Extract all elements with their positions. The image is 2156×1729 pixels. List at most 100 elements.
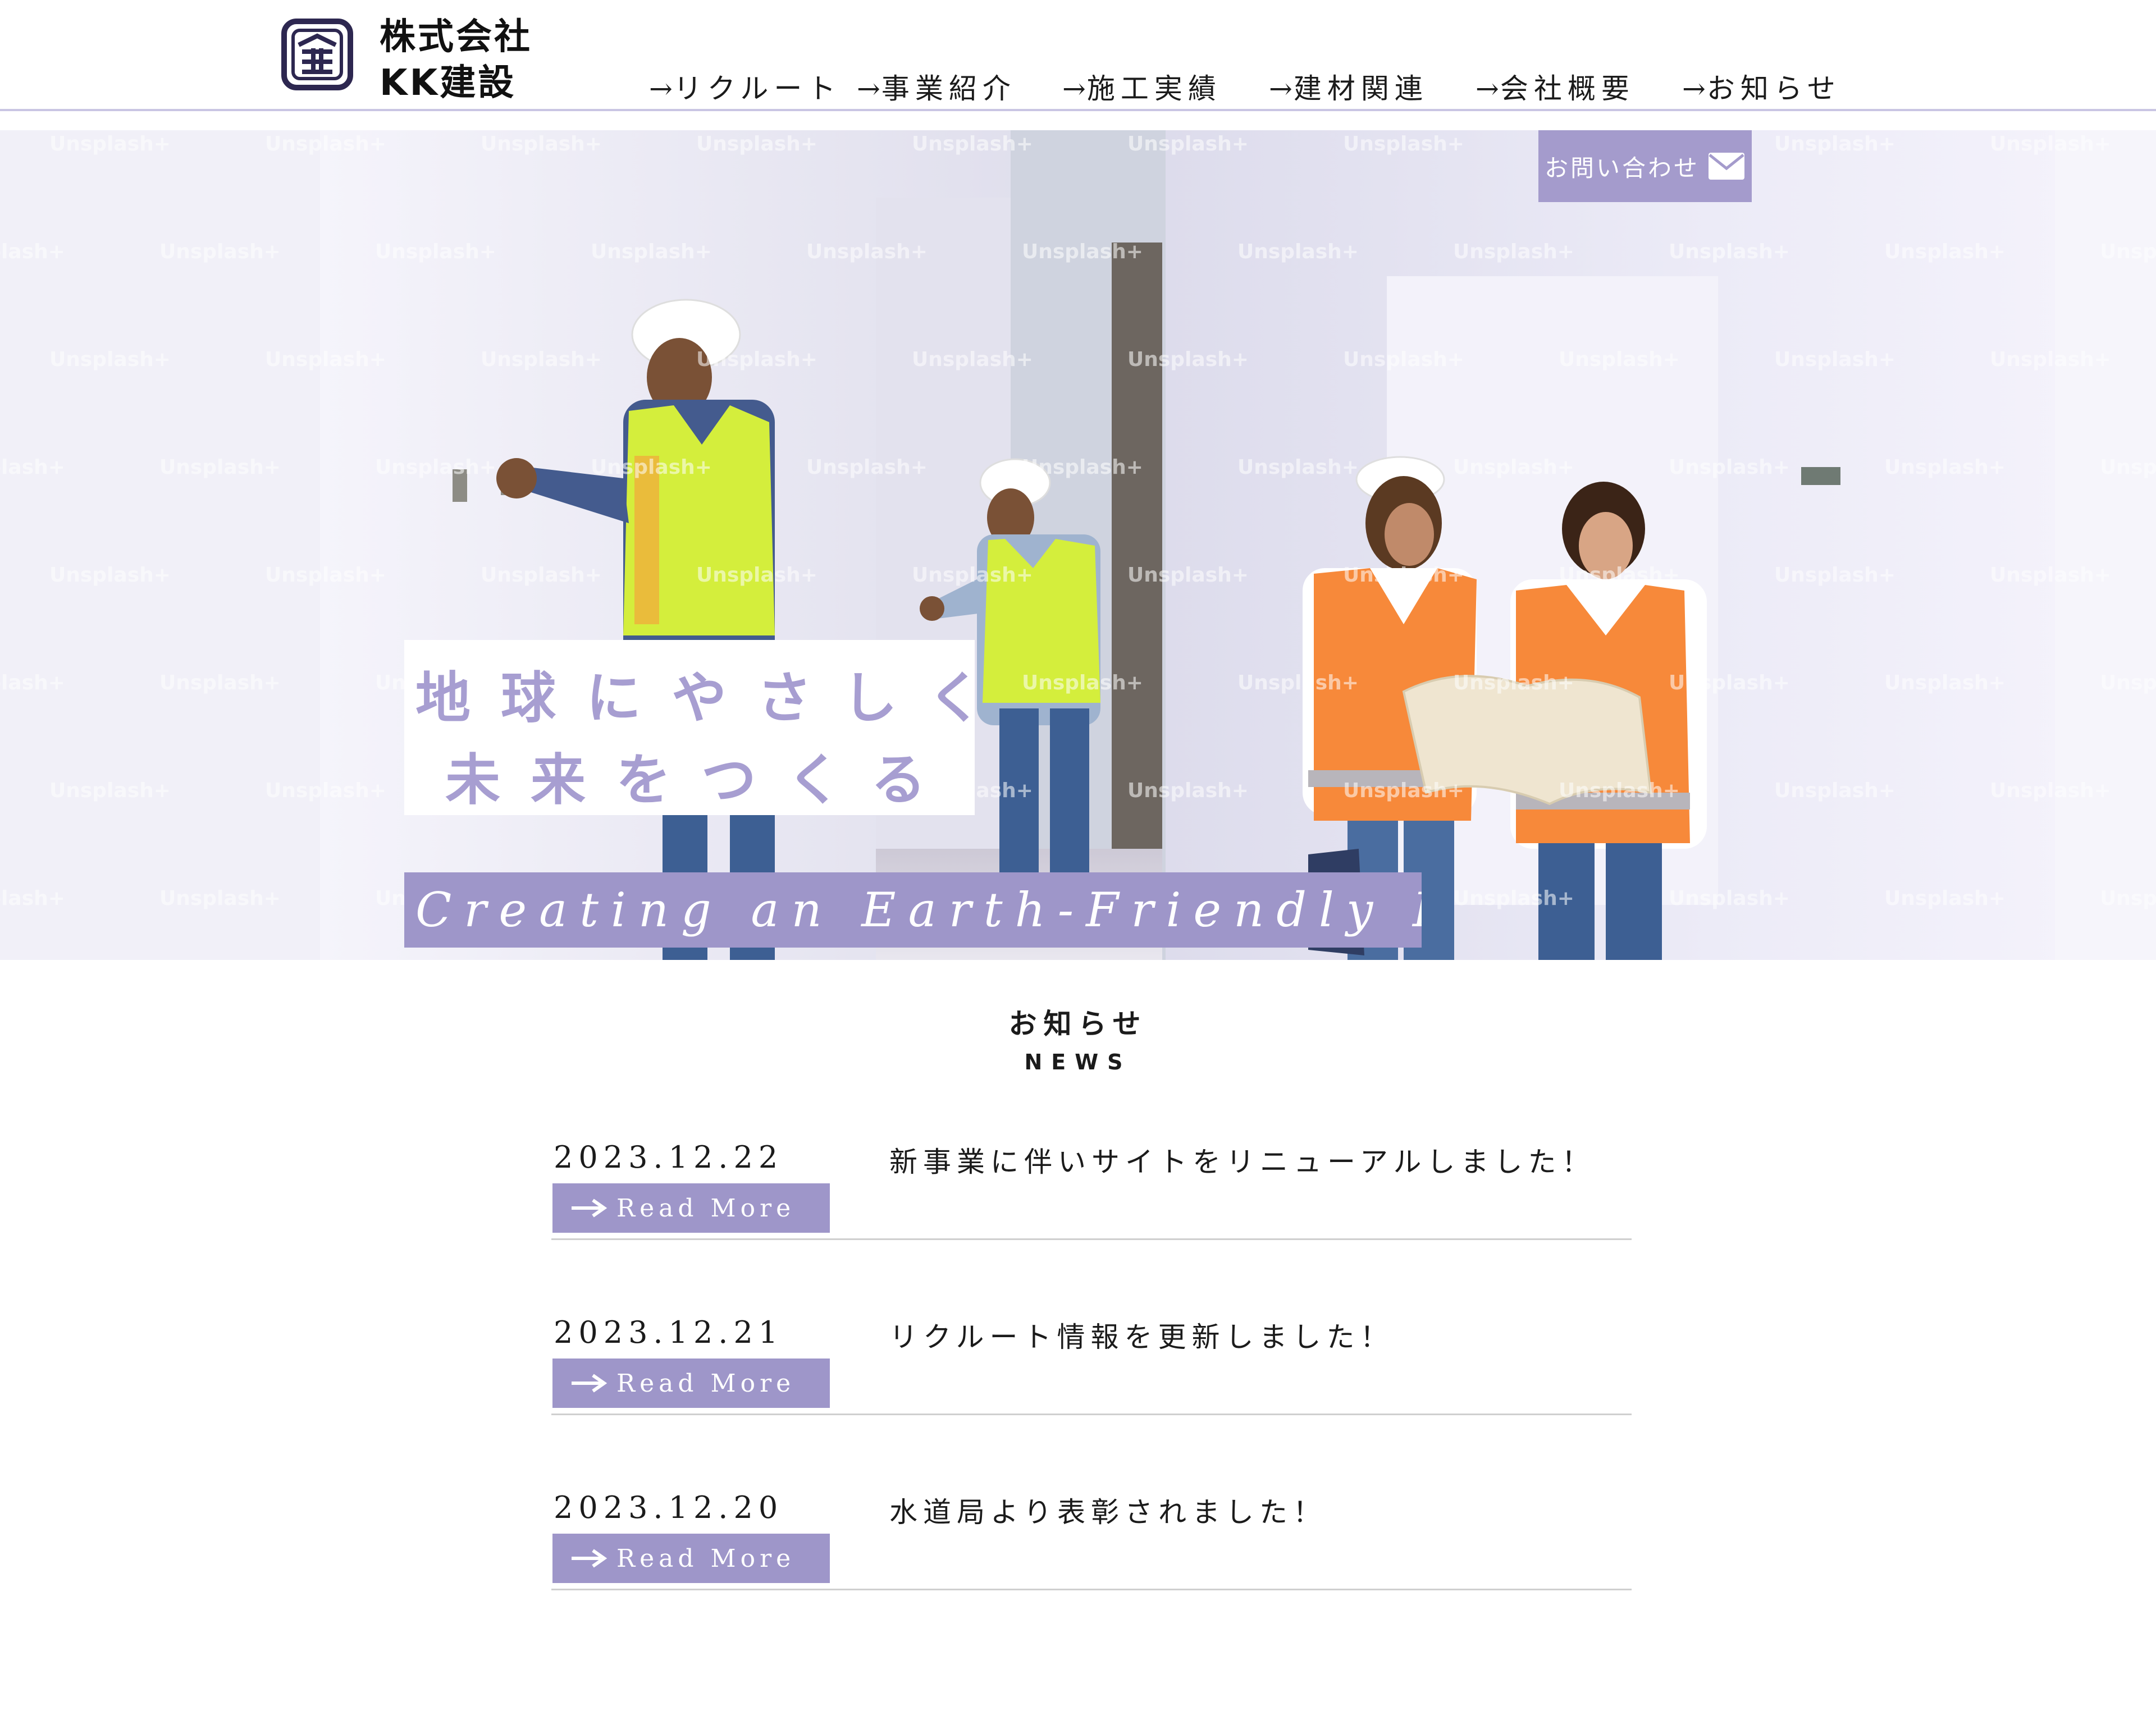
watermark-text: Unsplash+ (0, 240, 65, 263)
nav-item-materials[interactable]: →建材関連 (1269, 66, 1428, 107)
arrow-right-icon (572, 1374, 607, 1393)
arrow-right-icon: → (649, 72, 673, 105)
news-date: 2023.12.21 (554, 1315, 784, 1350)
nav-item-company[interactable]: →会社概要 (1476, 66, 1635, 107)
watermark-text: Unsplash+ (1669, 240, 1790, 263)
watermark-text: Unsplash+ (159, 887, 281, 910)
arrow-right-icon (572, 1549, 607, 1568)
watermark-text: Unsplash+ (265, 132, 386, 155)
watermark-text: Unsplash+ (481, 564, 602, 587)
read-more-label: Read More (616, 1544, 796, 1573)
news-divider (551, 1238, 1632, 1240)
watermark-text: Unsplash+ (912, 132, 1033, 155)
tagline-box: 地球にやさしく 未来をつくる (404, 640, 1013, 815)
watermark-text: Unsplash+ (1884, 671, 2006, 694)
watermark-text: Unsplash+ (1343, 564, 1464, 587)
watermark-text: Unsplash+ (1453, 240, 1574, 263)
watermark-text: Unsplash+ (1237, 240, 1359, 263)
nav-item-recruit[interactable]: →リクルート (649, 66, 841, 107)
news-divider (551, 1414, 1632, 1415)
nav-item-news[interactable]: →お知らせ (1682, 66, 1841, 107)
logo-company-type: 株式会社 (380, 16, 532, 58)
watermark-text: Unsplash+ (1559, 564, 1680, 587)
watermark-text: Unsplash+ (265, 348, 386, 371)
read-more-button[interactable]: Read More (552, 1358, 830, 1408)
watermark-text: Unsplash+ (2100, 671, 2156, 694)
watermark-text: Unsplash+ (912, 348, 1033, 371)
tagline-english: Creating an Earth-Friendly Future (404, 872, 1422, 948)
main-nav: →リクルート →事業紹介 →施工実績 →建材関連 →会社概要 →お知らせ (0, 66, 2156, 106)
watermark-text: Unsplash+ (1127, 564, 1249, 587)
watermark-text: Unsplash+ (1884, 240, 2006, 263)
watermark-text: Unsplash+ (1990, 779, 2111, 802)
watermark-text: Unsplash+ (591, 456, 712, 479)
watermark-text: Unsplash+ (1022, 671, 1143, 694)
nav-item-label: リクルート (673, 72, 842, 105)
watermark-text: Unsplash+ (1343, 779, 1464, 802)
watermark-text: Unsplash+ (1343, 132, 1464, 155)
read-more-button[interactable]: Read More (552, 1534, 830, 1583)
watermark-text: Unsplash+ (1884, 456, 2006, 479)
watermark-text: Unsplash+ (1022, 456, 1143, 479)
watermark-text: Unsplash+ (696, 348, 817, 371)
news-headline[interactable]: 新事業に伴いサイトをリニューアルしました！ (889, 1140, 1596, 1180)
contact-button-label: お問い合わせ (1544, 154, 1700, 182)
watermark-text: Unsplash+ (1990, 564, 2111, 587)
news-divider (551, 1589, 1632, 1590)
nav-item-label: 事業紹介 (881, 72, 1016, 105)
watermark-text: Unsplash+ (1453, 671, 1574, 694)
watermark-text: Unsplash+ (265, 779, 386, 802)
watermark-text: Unsplash+ (1559, 348, 1680, 371)
watermark-text: Unsplash+ (806, 240, 928, 263)
watermark-text: Unsplash+ (1127, 779, 1249, 802)
news-item: 2023.12.22 新事業に伴いサイトをリニューアルしました！ Read Mo… (551, 1140, 1632, 1317)
nav-item-business[interactable]: →事業紹介 (857, 66, 1016, 107)
watermark-text: Unsplash+ (1022, 240, 1143, 263)
news-item: 2023.12.21 リクルート情報を更新しました！ Read More (551, 1315, 1632, 1492)
watermark-text: Unsplash+ (696, 132, 817, 155)
news-headline[interactable]: 水道局より表彰されました！ (889, 1490, 1327, 1530)
watermark-text: Unsplash+ (2100, 887, 2156, 910)
mail-icon (1709, 153, 1744, 180)
news-section-subtitle: NEWS (1024, 1050, 1132, 1074)
nav-item-label: 建材関連 (1293, 72, 1428, 105)
contact-button[interactable]: お問い合わせ (1538, 130, 1752, 202)
news-headline[interactable]: リクルート情報を更新しました！ (889, 1315, 1394, 1355)
watermark-text: Unsplash+ (375, 456, 496, 479)
watermark-text: Unsplash+ (1237, 456, 1359, 479)
watermark-text: Unsplash+ (1990, 348, 2111, 371)
tagline-line-1: 地球にやさしく (415, 666, 1013, 730)
watermark-text: Unsplash+ (1884, 887, 2006, 910)
watermark-text: Unsplash+ (2100, 456, 2156, 479)
watermark-text: Unsplash+ (0, 671, 65, 694)
watermark-text: Unsplash+ (806, 456, 928, 479)
watermark-text: Unsplash+ (481, 348, 602, 371)
nav-item-works[interactable]: →施工実績 (1062, 66, 1222, 107)
hero-section: Unsplash+ Unsplash+ Unsplash+ Unsplash+ Unsp… (0, 130, 2156, 960)
watermark-text: Unsplash+ (1774, 779, 1895, 802)
watermark-text: Unsplash+ (1453, 887, 1574, 910)
read-more-button[interactable]: Read More (552, 1183, 830, 1233)
watermark-text: Unsplash+ (1237, 671, 1359, 694)
arrow-right-icon: → (1062, 72, 1086, 105)
watermark-text: Unsplash+ (591, 240, 712, 263)
watermark-text: Unsplash+ (1669, 887, 1790, 910)
watermark-text: Unsplash+ (265, 564, 386, 587)
tagline-line-2: 未来をつくる (445, 748, 957, 812)
nav-item-label: 施工実績 (1086, 72, 1222, 105)
watermark-text: Unsplash+ (159, 671, 281, 694)
watermark-text: Unsplash+ (1774, 564, 1895, 587)
watermark-text: Unsplash+ (696, 564, 817, 587)
watermark-text: Unsplash+ (375, 240, 496, 263)
arrow-right-icon (572, 1199, 607, 1218)
header-divider (0, 109, 2156, 111)
watermark-text: Unsplash+ (1343, 348, 1464, 371)
watermark-text: Unsplash+ (0, 456, 65, 479)
watermark-text: Unsplash+ (159, 456, 281, 479)
read-more-label: Read More (616, 1369, 796, 1398)
watermark-text: Unsplash+ (1774, 348, 1895, 371)
watermark-text: Unsplash+ (49, 348, 171, 371)
nav-item-label: 会社概要 (1500, 72, 1635, 105)
news-date: 2023.12.20 (554, 1490, 784, 1525)
news-date: 2023.12.22 (554, 1140, 784, 1175)
